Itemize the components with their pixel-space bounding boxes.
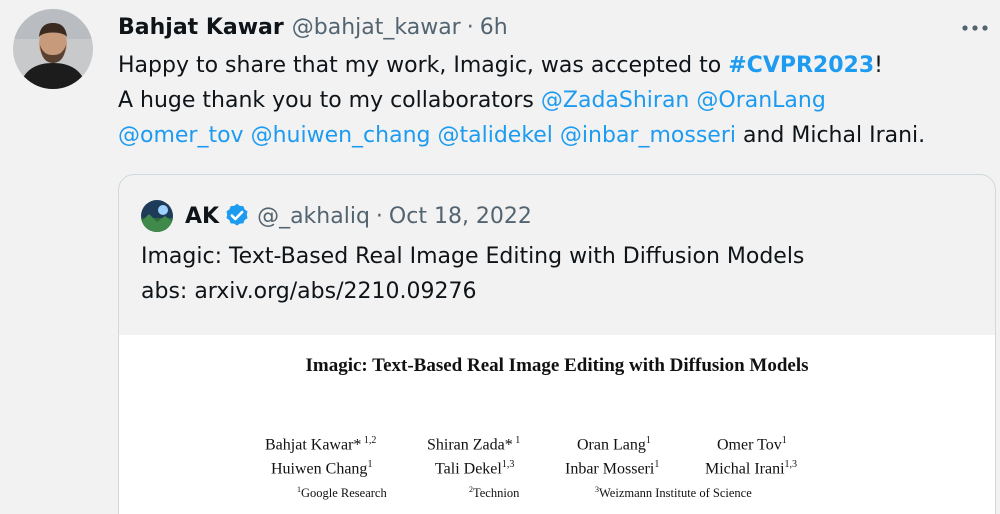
paper-author: Oran Lang1 <box>577 435 651 454</box>
paper-affiliation-name: Weizmann Institute of Science <box>599 486 752 501</box>
mention-link[interactable]: @huiwen_chang <box>251 123 431 148</box>
quoted-author-handle[interactable]: @_akhaliq <box>257 204 370 229</box>
tweet-text-segment: A huge thank you to my collaborators <box>118 88 541 113</box>
paper-author-name: Tali Dekel <box>435 460 502 478</box>
quoted-avatar[interactable] <box>141 200 173 232</box>
mention-link[interactable]: @talidekel <box>437 123 552 148</box>
paper-affiliation: 2Technion <box>469 485 519 501</box>
paper-author-name: Michal Irani <box>705 460 785 478</box>
paper-author-name: Huiwen Chang <box>271 460 368 478</box>
separator: · <box>375 203 383 229</box>
tweet-text: Happy to share that my work, Imagic, was… <box>118 48 988 153</box>
author-name[interactable]: Bahjat Kawar <box>118 15 284 40</box>
avatar-image <box>13 9 93 89</box>
paper-author-sup: 1 <box>781 435 787 446</box>
avatar[interactable] <box>13 9 93 89</box>
paper-author: Tali Dekel1,3 <box>435 459 514 478</box>
paper-preview-image[interactable]: Imagic: Text-Based Real Image Editing wi… <box>119 335 995 514</box>
quoted-author-name[interactable]: AK <box>185 204 219 229</box>
paper-author-sup: 1,3 <box>784 459 798 470</box>
tweet-line-3: @omer_tov @huiwen_chang @talidekel @inba… <box>118 118 988 153</box>
paper-author-sup: 1 <box>512 435 521 446</box>
paper-author-sup: 1,3 <box>501 459 515 470</box>
paper-author: Shiran Zada* 1 <box>427 435 520 454</box>
paper-author-name: Omer Tov <box>717 436 782 454</box>
paper-author-sup: 1,2 <box>361 435 377 446</box>
paper-affiliation: 1Google Research <box>297 485 387 501</box>
paper-author-name: Inbar Mosseri <box>565 460 655 478</box>
mention-link[interactable]: @ZadaShiran <box>541 88 690 113</box>
paper-author-sup: 1 <box>367 459 373 470</box>
paper-author-name: Bahjat Kawar* <box>265 436 362 454</box>
tweet-line-2: A huge thank you to my collaborators @Za… <box>118 83 988 118</box>
paper-author-name: Shiran Zada* <box>427 436 513 454</box>
verified-badge-icon <box>226 203 248 226</box>
mention-link[interactable]: @omer_tov <box>118 123 244 148</box>
more-icon[interactable] <box>960 18 990 38</box>
timestamp[interactable]: 6h <box>480 15 508 40</box>
paper-author: Inbar Mosseri1 <box>565 459 659 478</box>
paper-author-sup: 1 <box>654 459 660 470</box>
paper-author: Michal Irani1,3 <box>705 459 797 478</box>
paper-author: Bahjat Kawar* 1,2 <box>265 435 376 454</box>
paper-affiliation-name: Technion <box>473 486 520 501</box>
mention-link[interactable]: @inbar_mosseri <box>560 123 736 148</box>
quoted-date[interactable]: Oct 18, 2022 <box>389 204 532 229</box>
paper-affiliation-name: Google Research <box>301 486 387 501</box>
tweet-text-segment: ! <box>874 53 883 78</box>
paper-author: Omer Tov1 <box>717 435 787 454</box>
paper-affiliation: 3Weizmann Institute of Science <box>595 485 752 501</box>
paper-author: Huiwen Chang1 <box>271 459 372 478</box>
quoted-header: AK @_akhaliq · Oct 18, 2022 <box>141 200 532 232</box>
quoted-line-1: Imagic: Text-Based Real Image Editing wi… <box>141 244 805 269</box>
tweet[interactable]: Bahjat Kawar @bahjat_kawar · 6h Happy to… <box>0 0 1000 514</box>
quoted-tweet[interactable]: AK @_akhaliq · Oct 18, 2022 Imagic: Text… <box>118 174 996 514</box>
paper-author-name: Oran Lang <box>577 436 646 454</box>
tweet-text-segment: Happy to share that my work, Imagic, was… <box>118 53 729 78</box>
quoted-line-2: abs: arxiv.org/abs/2210.09276 <box>141 279 477 304</box>
paper-author-sup: 1 <box>645 435 651 446</box>
author-handle[interactable]: @bahjat_kawar <box>292 15 461 40</box>
hashtag-link[interactable]: #CVPR2023 <box>728 53 874 78</box>
quoted-text: Imagic: Text-Based Real Image Editing wi… <box>141 239 804 309</box>
mention-link[interactable]: @OranLang <box>696 88 825 113</box>
tweet-line-1: Happy to share that my work, Imagic, was… <box>118 48 988 83</box>
separator: · <box>466 14 474 40</box>
tweet-header: Bahjat Kawar @bahjat_kawar · 6h <box>118 12 508 42</box>
paper-title: Imagic: Text-Based Real Image Editing wi… <box>305 355 809 376</box>
tweet-text-segment: and Michal Irani. <box>735 123 926 148</box>
